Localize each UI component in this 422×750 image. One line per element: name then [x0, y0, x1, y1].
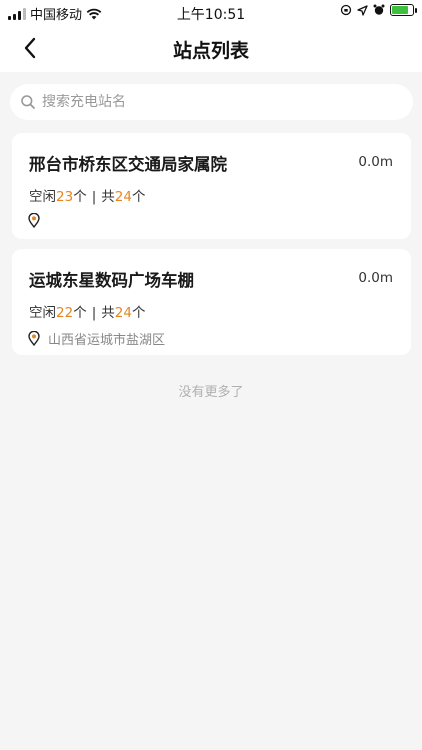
free-unit: 个: [73, 305, 87, 321]
status-right: [340, 4, 417, 16]
no-more-text: 没有更多了: [178, 385, 244, 400]
location-arrow-icon: [357, 4, 368, 16]
free-count: 23: [56, 189, 74, 205]
total-label: 共: [101, 305, 115, 321]
station-name: 邢台市桥东区交通局家属院: [29, 155, 227, 174]
alarm-icon: [373, 4, 385, 15]
rotation-lock-icon: [340, 4, 352, 16]
divider: |: [91, 189, 97, 205]
total-label: 共: [101, 189, 115, 205]
search-box[interactable]: [10, 84, 413, 120]
station-distance: 0.0m: [358, 154, 393, 170]
station-availability: 空闲23个 | 共24个: [29, 185, 145, 205]
station-card[interactable]: 邢台市桥东区交通局家属院 0.0m 空闲23个 | 共24个: [12, 133, 411, 239]
location-pin-icon: [28, 331, 40, 346]
free-count: 22: [56, 305, 74, 321]
total-unit: 个: [131, 189, 146, 205]
station-location: [28, 213, 48, 228]
total-count: 24: [114, 305, 132, 321]
total-unit: 个: [131, 305, 146, 321]
station-name: 运城东星数码广场车棚: [29, 271, 194, 290]
search-icon: [21, 95, 35, 109]
total-count: 24: [114, 189, 132, 205]
station-address: 山西省运城市盐湖区: [48, 333, 166, 348]
status-bar: 中国移动 上午10:51: [0, 0, 422, 24]
battery-icon: [390, 4, 417, 16]
station-card[interactable]: 运城东星数码广场车棚 0.0m 空闲22个 | 共24个 山西省运城市盐湖区: [12, 249, 411, 355]
free-label: 空闲: [29, 305, 56, 321]
location-pin-icon: [28, 213, 40, 228]
free-unit: 个: [73, 189, 87, 205]
station-distance: 0.0m: [358, 270, 393, 286]
search-input[interactable]: [42, 94, 382, 110]
nav-bar: 站点列表: [0, 24, 422, 72]
station-location: 山西省运城市盐湖区: [28, 329, 165, 348]
page-title: 站点列表: [172, 40, 249, 62]
station-availability: 空闲22个 | 共24个: [29, 301, 145, 321]
divider: |: [91, 305, 97, 321]
free-label: 空闲: [29, 189, 56, 205]
